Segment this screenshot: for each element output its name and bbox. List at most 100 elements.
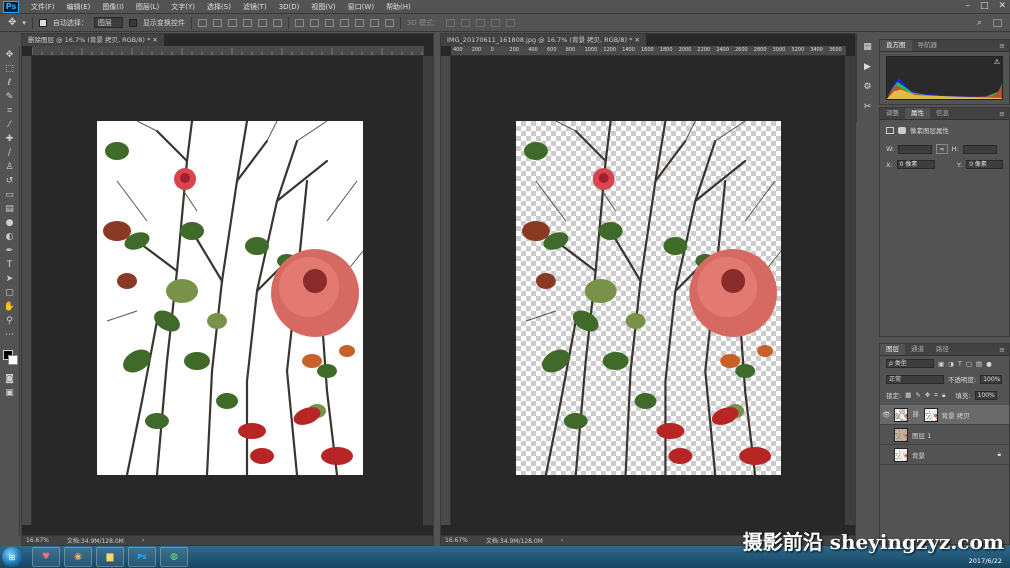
zoom-level[interactable]: 16.67% xyxy=(445,537,468,544)
align-vcenter-icon[interactable] xyxy=(212,18,222,27)
zoom-tool-icon[interactable]: ⚲ xyxy=(3,315,17,327)
distribute-vcenter-icon[interactable] xyxy=(309,18,319,27)
status-arrow-icon[interactable]: › xyxy=(142,537,144,544)
distribute-right-icon[interactable] xyxy=(369,18,379,27)
menu-layer[interactable]: 图层(L) xyxy=(130,2,165,12)
distribute-bottom-icon[interactable] xyxy=(324,18,334,27)
layer-name[interactable]: 背景 拷贝 xyxy=(942,410,970,420)
zoom-level[interactable]: 16.67% xyxy=(26,537,49,544)
layer-name[interactable]: 背景 xyxy=(912,450,925,460)
menu-select[interactable]: 选择(S) xyxy=(201,2,237,12)
menu-3d[interactable]: 3D(D) xyxy=(273,3,306,11)
color-swatches[interactable] xyxy=(2,349,18,365)
x-field[interactable]: 0 像素 xyxy=(896,160,936,169)
visibility-eye-icon[interactable]: 👁︎ xyxy=(882,411,891,419)
lock-all-icon[interactable]: 🔒︎ xyxy=(942,391,945,400)
quick-select-tool-icon[interactable]: ✎ xyxy=(3,91,17,103)
gradient-tool-icon[interactable]: ▤ xyxy=(3,203,17,215)
show-transform-checkbox[interactable] xyxy=(128,18,137,27)
document-tab-left[interactable]: 删除图层 @ 16.7% (背景 拷贝, RGB/8) * ✕ xyxy=(22,34,165,46)
kind-filter-dropdown[interactable]: ρ 类型 xyxy=(886,359,934,368)
pen-tool-icon[interactable]: ✒ xyxy=(3,245,17,257)
filter-smart-icon[interactable]: ▤ xyxy=(976,360,982,368)
lock-paint-icon[interactable]: ✎ xyxy=(915,391,920,399)
crop-tool-icon[interactable]: ⌗ xyxy=(3,105,17,117)
align-right-icon[interactable] xyxy=(272,18,282,27)
visibility-empty[interactable]: ▢ xyxy=(882,431,890,439)
auto-select-dropdown[interactable]: 图层 xyxy=(93,17,123,28)
healing-brush-tool-icon[interactable]: ✚ xyxy=(3,133,17,145)
auto-select-checkbox[interactable] xyxy=(38,18,47,27)
align-bottom-icon[interactable] xyxy=(227,18,237,27)
minimize-icon[interactable]: – xyxy=(965,1,970,11)
height-field[interactable] xyxy=(962,144,997,154)
photoshop-taskbar-icon[interactable]: Ps xyxy=(128,547,156,567)
blur-tool-icon[interactable]: ● xyxy=(3,217,17,229)
opacity-field[interactable]: 100% xyxy=(980,374,1003,384)
lock-artboard-icon[interactable]: ⌗ xyxy=(934,391,938,400)
vertical-scrollbar[interactable] xyxy=(845,56,855,525)
distribute-hcenter-icon[interactable] xyxy=(354,18,364,27)
canvas-image-cutout[interactable] xyxy=(516,121,781,475)
filter-toggle-icon[interactable]: ● xyxy=(986,360,992,368)
lasso-tool-icon[interactable]: ℓ xyxy=(3,77,17,89)
y-field[interactable]: 0 像素 xyxy=(966,160,1003,169)
layer-row[interactable]: 👁︎ ⛓︎ 背景 拷贝 xyxy=(880,405,1009,425)
menu-help[interactable]: 帮助(H) xyxy=(380,2,417,12)
filter-pixel-icon[interactable]: ▣ xyxy=(938,360,944,368)
lock-transparent-icon[interactable]: ▦ xyxy=(905,391,911,399)
type-tool-icon[interactable]: T xyxy=(3,259,17,271)
path-select-tool-icon[interactable]: ➤ xyxy=(3,273,17,285)
maximize-icon[interactable]: □ xyxy=(980,1,989,11)
tab-info[interactable]: 信息 xyxy=(930,108,955,119)
blend-mode-dropdown[interactable]: 正常 xyxy=(886,374,944,384)
screen-mode-icon[interactable]: ▣ xyxy=(3,387,17,399)
history-panel-icon[interactable]: ▦ xyxy=(862,41,874,53)
filter-type-icon[interactable]: T xyxy=(958,360,962,368)
tab-channels[interactable]: 通道 xyxy=(905,344,930,355)
panel-menu-icon[interactable]: ≡ xyxy=(999,110,1005,118)
tool-preset-dropdown-icon[interactable]: ▾ xyxy=(22,19,26,27)
mask-icon[interactable] xyxy=(898,126,906,134)
lock-move-icon[interactable]: ✥ xyxy=(925,391,930,399)
link-icon[interactable]: ∞ xyxy=(936,144,948,154)
filter-adjust-icon[interactable]: ◑ xyxy=(948,360,954,368)
menu-filter[interactable]: 滤镜(T) xyxy=(237,2,273,12)
width-field[interactable] xyxy=(898,144,933,154)
filter-shape-icon[interactable]: ▢ xyxy=(966,360,972,368)
visibility-empty[interactable]: ▢ xyxy=(882,451,890,459)
3d-pan-icon[interactable] xyxy=(475,18,485,27)
3d-slide-icon[interactable] xyxy=(490,18,500,27)
canvas-image-original[interactable] xyxy=(97,121,363,475)
align-hcenter-icon[interactable] xyxy=(257,18,267,27)
brush-settings-icon[interactable]: ⚙ xyxy=(862,81,874,93)
tool-presets-icon[interactable]: ✂ xyxy=(862,101,874,113)
layer-row[interactable]: ▢ 图层 1 xyxy=(880,425,1009,445)
fill-field[interactable]: 100% xyxy=(974,390,997,400)
background-color[interactable] xyxy=(7,355,18,365)
eye-app-icon[interactable]: ◉ xyxy=(64,547,92,567)
quick-mask-icon[interactable]: ◙ xyxy=(3,373,17,385)
status-arrow-icon[interactable]: › xyxy=(561,537,563,544)
distribute-left-icon[interactable] xyxy=(339,18,349,27)
heart-app-icon[interactable]: ♥ xyxy=(32,547,60,567)
menu-edit[interactable]: 编辑(E) xyxy=(61,2,97,12)
warning-icon[interactable]: ⚠ xyxy=(994,58,1000,66)
3d-roll-icon[interactable] xyxy=(460,18,470,27)
history-brush-tool-icon[interactable]: ↺ xyxy=(3,175,17,187)
document-tab-right[interactable]: IMG_20170611_161808.jpg @ 16.7% (背景 拷贝, … xyxy=(441,34,647,46)
tab-histogram[interactable]: 直方图 xyxy=(880,40,912,51)
close-tab-icon[interactable]: ✕ xyxy=(152,36,157,44)
more-tools-icon[interactable]: ⋯ xyxy=(3,329,17,341)
tab-properties[interactable]: 属性 xyxy=(905,108,930,119)
hand-tool-icon[interactable]: ✋ xyxy=(3,301,17,313)
3d-rotate-icon[interactable] xyxy=(445,18,455,27)
close-tab-icon[interactable]: ✕ xyxy=(634,36,639,44)
layer-name[interactable]: 图层 1 xyxy=(912,430,931,440)
workspace-icon[interactable] xyxy=(993,18,1002,27)
3d-scale-icon[interactable] xyxy=(505,18,515,27)
clone-stamp-tool-icon[interactable]: ♙ xyxy=(3,161,17,173)
panel-menu-icon[interactable]: ≡ xyxy=(999,346,1005,354)
layer-mask-thumbnail[interactable] xyxy=(923,407,938,422)
close-icon[interactable]: ✕ xyxy=(998,1,1006,11)
